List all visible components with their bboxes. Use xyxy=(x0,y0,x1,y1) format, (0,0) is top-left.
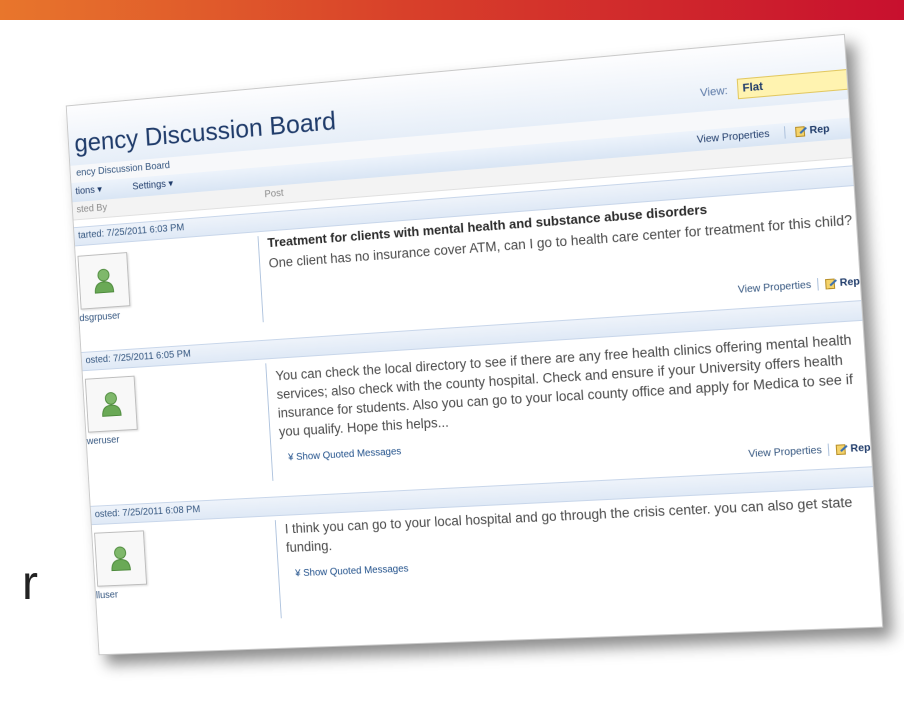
avatar[interactable] xyxy=(77,252,131,310)
view-properties-link[interactable]: View Properties xyxy=(738,280,812,296)
view-properties-link[interactable]: View Properties xyxy=(748,445,822,460)
post-divider xyxy=(265,363,274,481)
post-author[interactable]: weruser xyxy=(86,435,119,447)
post-author[interactable]: dsgrpuser xyxy=(79,311,120,324)
sep-divider xyxy=(817,278,819,291)
sep-divider xyxy=(777,123,792,145)
show-quoted-label: Show Quoted Messages xyxy=(295,446,402,463)
post-date: osted: 7/25/2011 6:05 PM xyxy=(85,348,192,367)
slide-side-text: r xyxy=(22,557,38,610)
column-post[interactable]: Post xyxy=(264,185,284,204)
reply-icon[interactable] xyxy=(824,277,838,290)
show-quoted-messages-link[interactable]: ¥ Show Quoted Messages xyxy=(288,446,402,463)
column-posted-by[interactable]: sted By xyxy=(76,199,108,219)
show-quoted-label: Show Quoted Messages xyxy=(302,563,409,579)
user-icon xyxy=(99,389,123,417)
post-divider xyxy=(274,520,282,619)
post-date: tarted: 7/25/2011 6:03 PM xyxy=(77,222,185,242)
screenshot-frame: gency Discussion Board View: Flat ency D… xyxy=(65,33,884,656)
double-chevron-down-icon: ¥ xyxy=(294,568,301,580)
sep-divider xyxy=(827,443,830,457)
post-date: osted: 7/25/2011 6:08 PM xyxy=(94,504,201,521)
actions-menu[interactable]: tions ▾ xyxy=(75,181,103,202)
reply-icon[interactable] xyxy=(835,443,849,456)
reply-button[interactable]: Rep xyxy=(794,119,830,143)
avatar[interactable] xyxy=(84,375,138,433)
view-label: View: xyxy=(699,84,729,100)
post-author[interactable]: lluser xyxy=(96,590,119,602)
show-quoted-messages-link[interactable]: ¥ Show Quoted Messages xyxy=(295,564,409,580)
post-actions: View Properties Rep xyxy=(737,273,861,300)
view-select[interactable]: Flat xyxy=(736,65,884,100)
user-icon xyxy=(109,544,133,572)
post-divider xyxy=(257,236,264,323)
reply-button[interactable]: Rep xyxy=(850,442,871,454)
double-chevron-down-icon: ¥ xyxy=(287,452,294,464)
user-icon xyxy=(92,266,116,295)
post-actions: View Properties Rep xyxy=(748,439,871,464)
reply-button[interactable]: Rep xyxy=(839,276,860,289)
slide-top-band xyxy=(0,0,904,20)
avatar[interactable] xyxy=(94,530,148,587)
reply-icon xyxy=(794,125,807,138)
reply-label: Rep xyxy=(809,123,830,137)
